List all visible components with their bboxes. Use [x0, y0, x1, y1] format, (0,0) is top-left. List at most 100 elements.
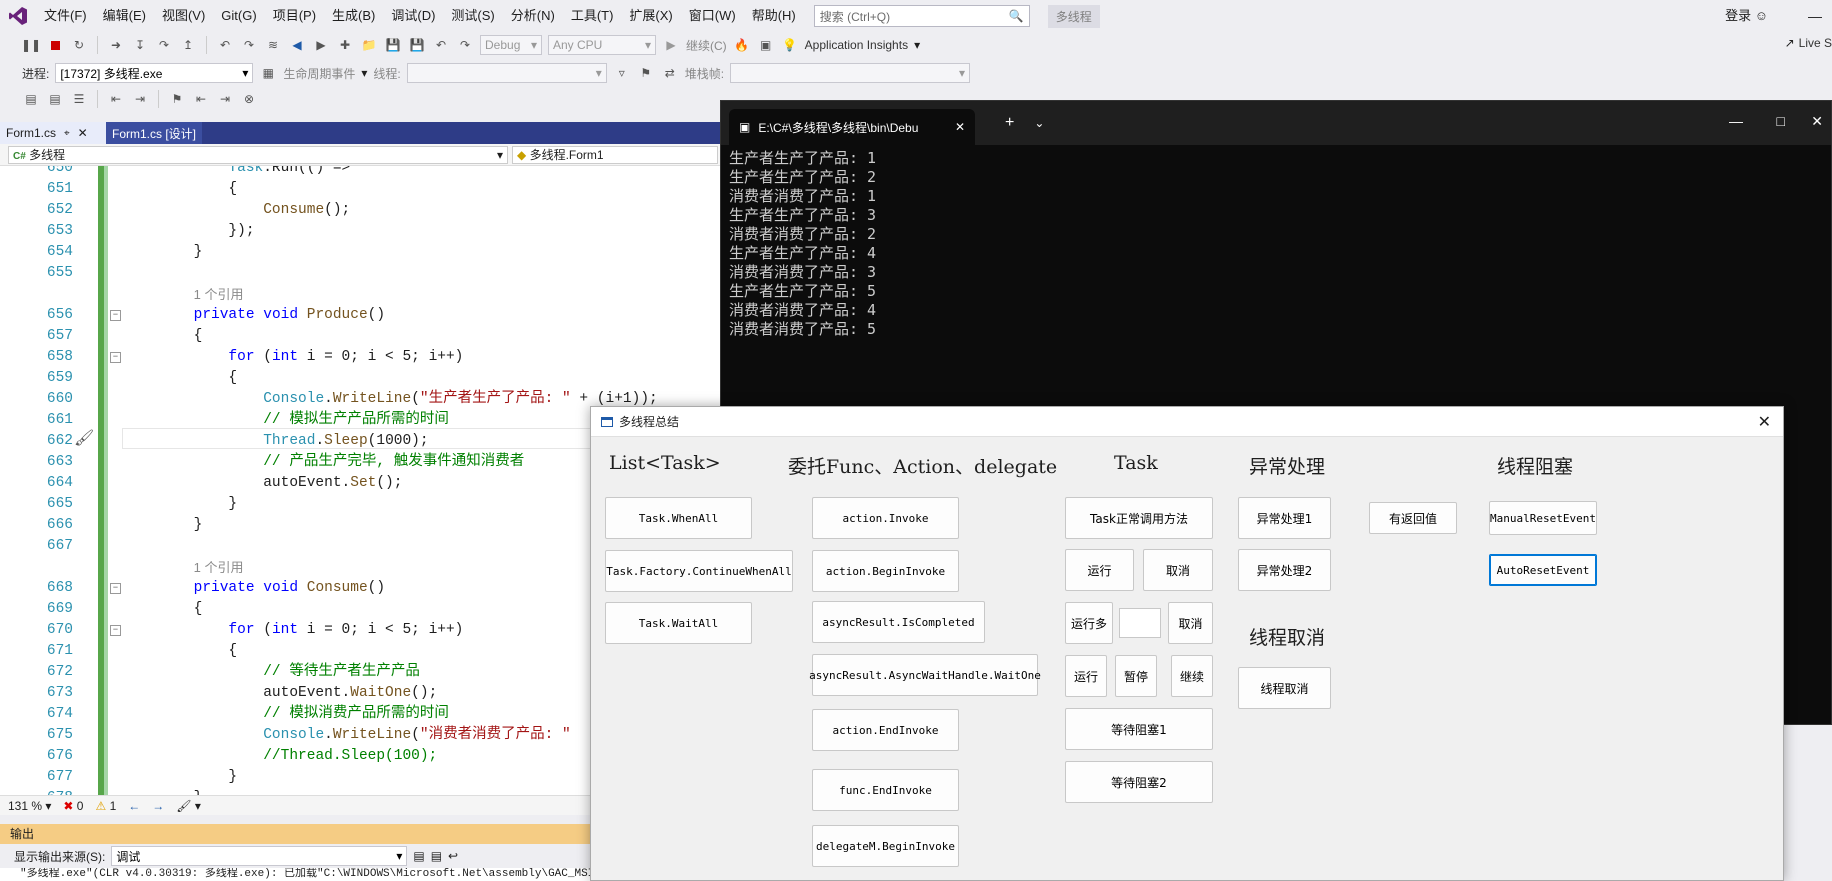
asyncresult-waitone-button[interactable]: asyncResult.AsyncWaitHandle.WaitOne [809, 654, 1041, 696]
application-insights-button[interactable]: Application Insights [805, 38, 908, 52]
menu-item[interactable]: 调试(D) [383, 0, 443, 32]
resume-button[interactable]: 继续 [1171, 655, 1213, 697]
quick-info-icon[interactable]: ▤ [22, 90, 40, 108]
action-endinvoke-button[interactable]: action.EndInvoke [812, 709, 959, 751]
continue-button[interactable]: 继续(C) [686, 37, 727, 54]
collapse-icon[interactable]: − [110, 583, 121, 594]
code-line[interactable]: 650 Task.Run(() => [0, 166, 720, 179]
code-line[interactable]: 651 { [0, 179, 720, 200]
redo-icon[interactable]: ↷ [456, 36, 474, 54]
error-count[interactable]: ✖ 0 [63, 799, 83, 813]
login-link[interactable]: 登录 ☺ [1725, 0, 1768, 32]
code-line[interactable]: 653 }); [0, 221, 720, 242]
chevron-down-icon[interactable]: ⌄ [1034, 116, 1044, 130]
maximize-icon[interactable]: □ [1777, 113, 1785, 129]
diagnostics-icon[interactable]: ≋ [264, 36, 282, 54]
parameter-info-icon[interactable]: ▤ [46, 90, 64, 108]
task-waitall-button[interactable]: Task.WaitAll [605, 602, 752, 644]
minimize-icon[interactable]: — [1729, 113, 1743, 129]
new-item-icon[interactable]: ✚ [336, 36, 354, 54]
code-line[interactable]: 657 { [0, 326, 720, 347]
console-tab[interactable]: ▣ E:\C#\多线程\多线程\bin\Debu ✕ [729, 109, 975, 145]
menu-item[interactable]: 项目(P) [265, 0, 324, 32]
menu-item[interactable]: 分析(N) [503, 0, 563, 32]
menu-item[interactable]: 生成(B) [324, 0, 383, 32]
find-message-icon[interactable]: ▤ [413, 849, 424, 863]
thread-cancel-button[interactable]: 线程取消 [1238, 667, 1331, 709]
continue-play-icon[interactable]: ▶ [662, 36, 680, 54]
minimize-icon[interactable]: — [1808, 0, 1822, 32]
nav-forward-icon[interactable]: → [152, 799, 164, 813]
save-all-icon[interactable]: 💾 [408, 36, 426, 54]
code-cleanup-icon[interactable]: 🖌 ▾ [176, 799, 201, 813]
autoresetevent-button[interactable]: AutoResetEvent [1489, 554, 1597, 586]
menu-item[interactable]: 帮助(H) [744, 0, 804, 32]
class-select[interactable]: ◆ 多线程.Form1 [512, 145, 718, 164]
code-line[interactable]: 658 − for (int i = 0; i < 5; i++) [0, 347, 720, 368]
run-pausable-button[interactable]: 运行 [1065, 655, 1107, 697]
code-line[interactable]: 659 { [0, 368, 720, 389]
menu-item[interactable]: 测试(S) [443, 0, 502, 32]
output-source-select[interactable]: 调试 ▾ [111, 846, 408, 866]
close-icon[interactable]: ✕ [955, 120, 965, 134]
menu-item[interactable]: 工具(T) [563, 0, 622, 32]
close-icon[interactable]: ✕ [78, 126, 88, 140]
menu-item[interactable]: 扩展(X) [621, 0, 680, 32]
step-over-icon[interactable]: ↷ [155, 36, 173, 54]
menu-item[interactable]: 文件(F) [36, 0, 95, 32]
collapse-icon[interactable]: − [110, 352, 121, 363]
list-members-icon[interactable]: ☰ [70, 90, 88, 108]
cancel-multi-button[interactable]: 取消 [1168, 602, 1213, 644]
browser-link-icon[interactable]: ▣ [757, 36, 775, 54]
configuration-select[interactable]: Debug ▾ [480, 35, 542, 55]
restart-icon[interactable]: ↻ [70, 36, 88, 54]
cancel-button[interactable]: 取消 [1143, 549, 1213, 591]
process-select[interactable]: [17372] 多线程.exe ▾ [55, 63, 254, 83]
wait-block1-button[interactable]: 等待阻塞1 [1065, 708, 1213, 750]
exception1-button[interactable]: 异常处理1 [1238, 497, 1331, 539]
tab-form1-cs[interactable]: Form1.cs ⌖ ✕ [0, 122, 106, 144]
task-normal-call-button[interactable]: Task正常调用方法 [1065, 497, 1213, 539]
search-input[interactable]: 搜索 (Ctrl+Q) 🔍 [813, 5, 1030, 27]
open-folder-icon[interactable]: 📁 [360, 36, 378, 54]
back-icon[interactable]: ◀ [288, 36, 306, 54]
menu-item[interactable]: Git(G) [213, 0, 264, 32]
undo-icon[interactable]: ↶ [432, 36, 450, 54]
tab-form1-design[interactable]: Form1.cs [设计] [106, 122, 203, 144]
code-line[interactable]: 654 } [0, 242, 720, 263]
forward-icon[interactable]: ▶ [312, 36, 330, 54]
func-endinvoke-button[interactable]: func.EndInvoke [812, 769, 959, 811]
thread-switch-icon[interactable]: ⇄ [661, 64, 679, 82]
flag-icon[interactable]: ⚑ [637, 64, 655, 82]
clear-bookmarks-icon[interactable]: ⊗ [240, 90, 258, 108]
pause-icon[interactable]: ❚❚ [21, 36, 41, 54]
platform-select[interactable]: Any CPU ▾ [548, 35, 656, 55]
next-bookmark-icon[interactable]: ⇥ [216, 90, 234, 108]
insights-icon[interactable]: 💡 [781, 36, 799, 54]
manualresetevent-button[interactable]: ManualResetEvent [1489, 501, 1597, 535]
thread-select[interactable]: ▾ [406, 63, 607, 83]
previous-bookmark-icon[interactable]: ⇤ [192, 90, 210, 108]
save-icon[interactable]: 💾 [384, 36, 402, 54]
clear-all-icon[interactable]: ▤ [431, 849, 442, 863]
quick-actions-brush-icon[interactable]: 🖌 [74, 428, 94, 448]
task-count-input[interactable] [1119, 608, 1161, 638]
stackframe-select[interactable]: ▾ [730, 63, 971, 83]
delegatem-begininvoke-button[interactable]: delegateM.BeginInvoke [812, 825, 959, 867]
bookmark-icon[interactable]: ⚑ [168, 90, 186, 108]
pause-button[interactable]: 暂停 [1115, 655, 1157, 697]
zoom-level[interactable]: 131 % ▾ [8, 799, 51, 813]
exception2-button[interactable]: 异常处理2 [1238, 549, 1331, 591]
code-line[interactable]: 655 [0, 263, 720, 284]
live-share-button[interactable]: ↗ Live S [1785, 36, 1832, 50]
close-icon[interactable]: ✕ [1811, 113, 1823, 130]
code-line[interactable]: 652 Consume(); [0, 200, 720, 221]
menu-item[interactable]: 窗口(W) [681, 0, 744, 32]
step-into-icon[interactable]: ↧ [131, 36, 149, 54]
action-invoke-button[interactable]: action.Invoke [812, 497, 959, 539]
show-next-statement-icon[interactable]: ➜ [107, 36, 125, 54]
pin-icon[interactable]: ⌖ [64, 128, 70, 139]
code-line[interactable]: 1 个引用 [0, 284, 720, 305]
close-icon[interactable]: ✕ [1758, 412, 1771, 432]
run-multi-button[interactable]: 运行多 [1065, 602, 1113, 644]
